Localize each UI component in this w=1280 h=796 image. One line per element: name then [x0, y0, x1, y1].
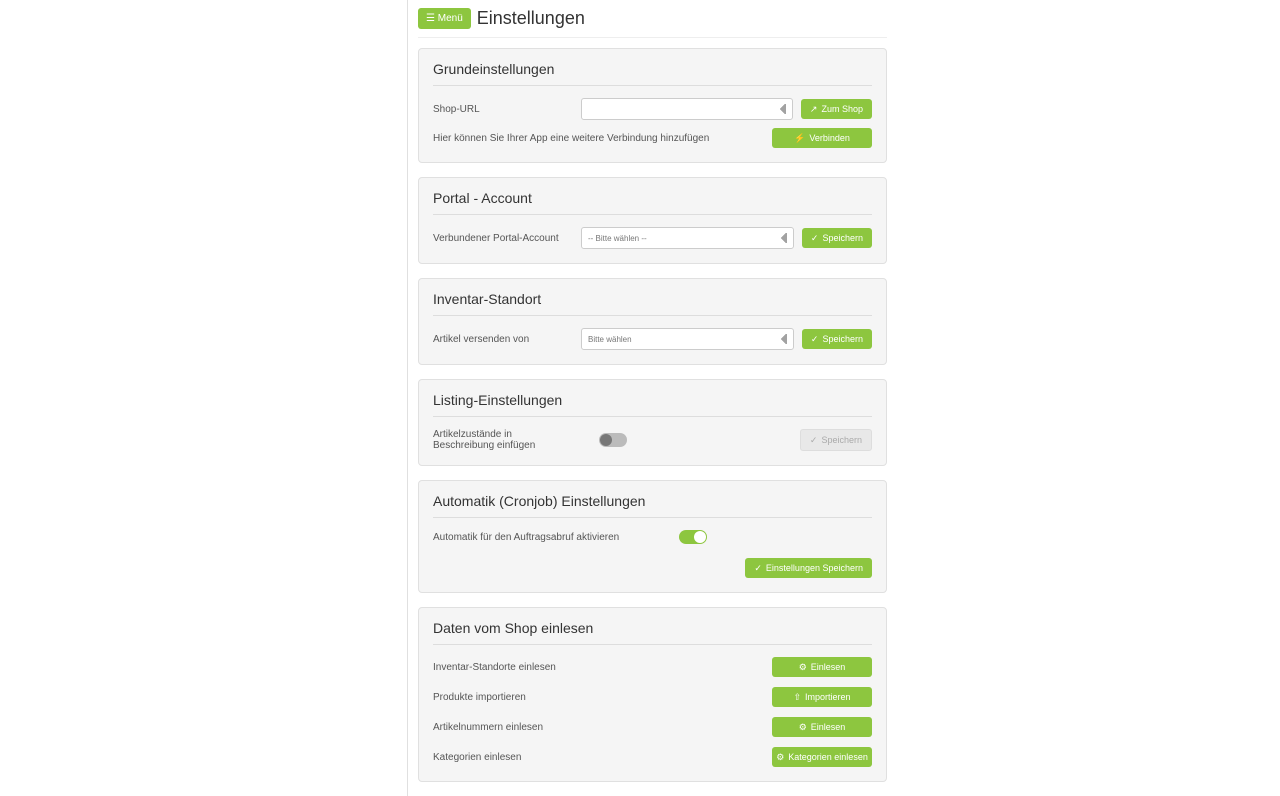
listing-save-button: ✓ Speichern: [800, 429, 872, 451]
portal-account-select[interactable]: -- Bitte wählen --: [581, 227, 794, 249]
panel-portal: Portal - Account Verbundener Portal-Acco…: [418, 177, 887, 264]
import-locations-button[interactable]: ⚙ Einlesen: [772, 657, 872, 677]
import-sku-button[interactable]: ⚙ Einlesen: [772, 717, 872, 737]
plug-icon: ⚡: [794, 134, 805, 143]
import-products-button[interactable]: ⇧ Importieren: [772, 687, 872, 707]
portal-account-placeholder: -- Bitte wählen --: [588, 234, 647, 243]
panel-title: Daten vom Shop einlesen: [433, 620, 872, 645]
panel-title: Inventar-Standort: [433, 291, 872, 316]
inventory-save-button[interactable]: ✓ Speichern: [802, 329, 872, 349]
panel-title: Grundeinstellungen: [433, 61, 872, 86]
inventory-placeholder: Bitte wählen: [588, 335, 632, 344]
import-locations-label: Einlesen: [811, 662, 846, 672]
listing-toggle-label: Artikelzustände in Beschreibung einfügen: [433, 429, 563, 451]
import-row-label: Inventar-Standorte einlesen: [433, 662, 556, 673]
listing-toggle[interactable]: [599, 433, 627, 447]
checkmark-icon: ✓: [810, 436, 818, 445]
panel-basic: Grundeinstellungen Shop-URL ↗ Zum Shop H…: [418, 48, 887, 163]
checkmark-icon: ✓: [811, 234, 819, 243]
shop-url-select[interactable]: [581, 98, 793, 120]
import-row-label: Artikelnummern einlesen: [433, 722, 543, 733]
import-products-label: Importieren: [805, 692, 851, 702]
automatic-save-button[interactable]: ✓ Einstellungen Speichern: [745, 558, 872, 578]
to-shop-button[interactable]: ↗ Zum Shop: [801, 99, 872, 119]
import-categories-button[interactable]: ⚙ Kategorien einlesen: [772, 747, 872, 767]
panel-automatic: Automatik (Cronjob) Einstellungen Automa…: [418, 480, 887, 593]
page-title: Einstellungen: [477, 8, 585, 29]
upload-icon: ⇧: [793, 693, 801, 702]
checkmark-icon: ✓: [754, 564, 762, 573]
portal-save-label: Speichern: [822, 233, 863, 243]
gears-icon: ⚙: [799, 723, 807, 732]
panel-import: Daten vom Shop einlesen Inventar-Standor…: [418, 607, 887, 782]
automatic-toggle[interactable]: [679, 530, 707, 544]
panel-title: Automatik (Cronjob) Einstellungen: [433, 493, 872, 518]
checkmark-icon: ✓: [811, 335, 819, 344]
inventory-select[interactable]: Bitte wählen: [581, 328, 794, 350]
inventory-label: Artikel versenden von: [433, 334, 573, 345]
shop-url-label: Shop-URL: [433, 104, 573, 115]
connect-button[interactable]: ⚡ Verbinden: [772, 128, 872, 148]
panel-listing: Listing-Einstellungen Artikelzustände in…: [418, 379, 887, 466]
automatic-save-label: Einstellungen Speichern: [766, 563, 863, 573]
listing-save-label: Speichern: [821, 435, 862, 445]
to-shop-label: Zum Shop: [821, 104, 863, 114]
inventory-save-label: Speichern: [822, 334, 863, 344]
automatic-label: Automatik für den Auftragsabruf aktivier…: [433, 532, 643, 543]
import-sku-label: Einlesen: [811, 722, 846, 732]
import-row-label: Kategorien einlesen: [433, 752, 521, 763]
connect-hint: Hier können Sie Ihrer App eine weitere V…: [433, 133, 764, 144]
gears-icon: ⚙: [776, 753, 784, 762]
portal-account-label: Verbundener Portal-Account: [433, 233, 573, 244]
import-categories-label: Kategorien einlesen: [788, 752, 868, 762]
gears-icon: ⚙: [799, 663, 807, 672]
import-row-label: Produkte importieren: [433, 692, 526, 703]
panel-inventory: Inventar-Standort Artikel versenden von …: [418, 278, 887, 365]
connect-label: Verbinden: [809, 133, 850, 143]
panel-title: Portal - Account: [433, 190, 872, 215]
menu-button[interactable]: ☰ Menü: [418, 8, 471, 29]
portal-save-button[interactable]: ✓ Speichern: [802, 228, 872, 248]
external-link-icon: ↗: [810, 105, 818, 114]
panel-title: Listing-Einstellungen: [433, 392, 872, 417]
